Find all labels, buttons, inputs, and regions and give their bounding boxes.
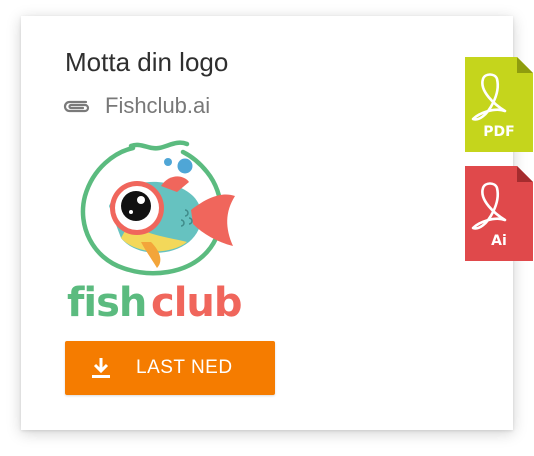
ai-format-tile[interactable]: Ai [465,166,533,261]
ai-label: Ai [491,233,507,249]
paperclip-icon [61,95,91,117]
pdf-label: PDF [483,124,515,140]
svg-text:club: club [151,280,242,322]
svg-text:fish: fish [67,280,146,322]
attached-file[interactable]: Fishclub.ai [61,93,211,118]
logo-delivery-card: Motta din logo Fishclub.ai fish club LAS… [21,16,513,430]
download-button[interactable]: LAST NED [65,341,275,395]
download-icon [91,357,111,379]
file-name: Fishclub.ai [105,93,211,118]
card-title: Motta din logo [65,47,229,77]
fishclub-logo: fish club [65,138,249,326]
download-button-label: LAST NED [136,357,233,378]
pdf-format-tile[interactable]: PDF [465,57,533,152]
